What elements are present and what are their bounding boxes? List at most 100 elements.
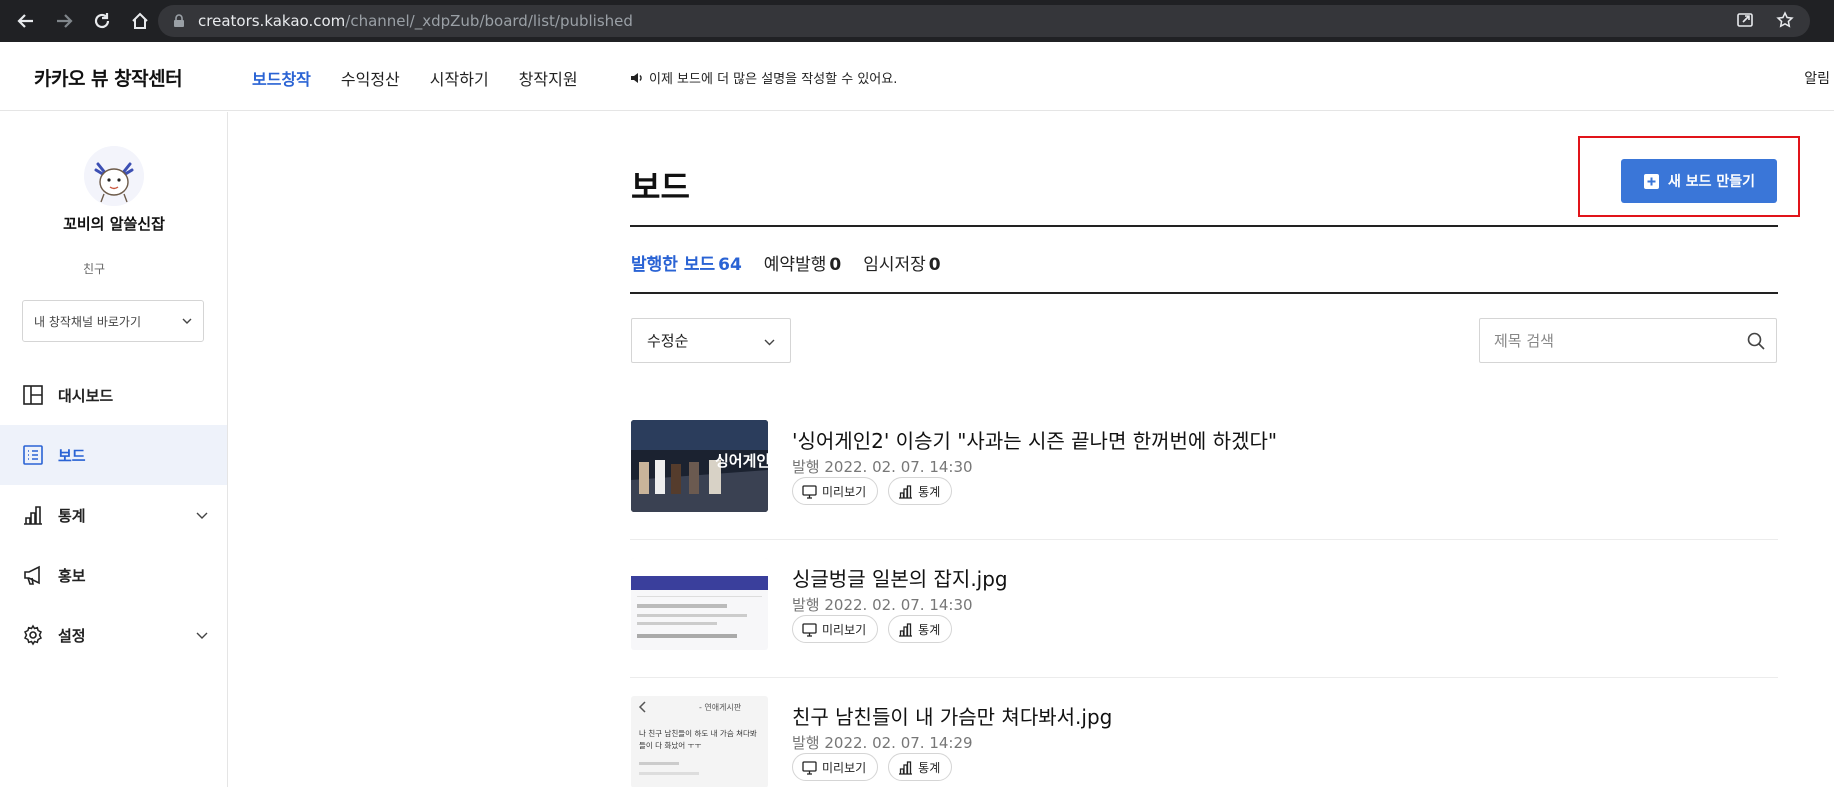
channel-shortcut-select[interactable]: 내 창작채널 바로가기 <box>22 300 204 342</box>
star-icon[interactable] <box>1776 11 1794 29</box>
stats-button[interactable]: 통계 <box>888 615 953 643</box>
arrow-left-icon <box>17 14 33 28</box>
preview-button[interactable]: 미리보기 <box>792 615 879 643</box>
url-text: creators.kakao.com/channel/_xdpZub/board… <box>198 12 633 30</box>
sort-select[interactable]: 수정순 <box>631 318 791 363</box>
title-divider <box>630 225 1778 227</box>
bar-chart-icon <box>899 622 913 637</box>
avatar[interactable] <box>84 146 144 206</box>
preview-label: 미리보기 <box>822 484 867 499</box>
tab-label: 발행한 보드 <box>631 255 716 275</box>
new-board-button-label: 새 보드 만들기 <box>1667 174 1756 190</box>
tab-label: 예약발행 <box>763 255 827 275</box>
notice-text: 이제 보드에 더 많은 설명을 작성할 수 있어요. <box>649 72 898 87</box>
preview-label: 미리보기 <box>822 622 867 637</box>
nav-board-create[interactable]: 보드창작 <box>252 66 311 90</box>
sidebar-item-dashboard[interactable]: 대시보드 <box>0 365 227 425</box>
board-status-tabs: 발행한 보드 64 예약발행 0 임시저장 0 <box>631 250 941 275</box>
thumbnail-forum-post: - 연애게시판 나 친구 남친들이 하도 내 가슴 쳐다봐 들이 다 화났어 ㅜ… <box>631 696 768 787</box>
stats-button[interactable]: 통계 <box>888 753 953 781</box>
board-actions: 미리보기 통계 <box>792 615 953 643</box>
board-title[interactable]: '싱어게인2' 이승기 "사과는 시즌 끝나면 한꺼번에 하겠다" <box>792 425 1277 454</box>
board-thumbnail[interactable]: 싱어게인 <box>631 420 768 512</box>
bar-chart-icon <box>899 760 913 775</box>
speaker-icon <box>631 72 642 83</box>
notice-banner[interactable]: 이제 보드에 더 많은 설명을 작성할 수 있어요. <box>629 68 897 87</box>
channel-name: 꼬비의 알쓸신잡 <box>63 215 165 233</box>
reload-button[interactable] <box>90 9 114 33</box>
board-list: 싱어게인 '싱어게인2' 이승기 "사과는 시즌 끝나면 한꺼번에 하겠다" 발… <box>630 402 1778 787</box>
bar-chart-icon <box>899 484 913 499</box>
lock-icon <box>174 14 184 27</box>
home-button[interactable] <box>128 9 152 33</box>
alarm-link[interactable]: 알림 <box>1804 68 1830 88</box>
sidebar-item-board[interactable]: 보드 <box>0 425 227 485</box>
board-thumbnail[interactable] <box>631 558 768 650</box>
tab-published[interactable]: 발행한 보드 64 <box>631 250 742 275</box>
tabs-divider <box>630 292 1778 294</box>
new-board-button[interactable]: 새 보드 만들기 <box>1621 159 1777 203</box>
monitor-icon <box>802 622 817 637</box>
board-title[interactable]: 싱글벙글 일본의 잡지.jpg <box>792 563 1008 592</box>
board-actions: 미리보기 통계 <box>792 753 953 781</box>
nav-revenue[interactable]: 수익정산 <box>341 66 400 90</box>
nav-creator-support[interactable]: 창작지원 <box>519 66 578 90</box>
sidebar-item-label: 보드 <box>58 446 86 465</box>
back-button[interactable] <box>14 9 38 33</box>
stats-label: 통계 <box>918 760 941 775</box>
sidebar-item-label: 대시보드 <box>58 386 114 405</box>
friend-label: 친구 <box>83 262 106 276</box>
sidebar-item-stats[interactable]: 통계 <box>0 485 227 545</box>
avatar-illustration <box>84 146 144 206</box>
forward-button[interactable] <box>52 9 76 33</box>
stats-label: 통계 <box>918 484 941 499</box>
plus-square-icon <box>1643 173 1659 189</box>
chevron-down-icon <box>764 339 775 346</box>
stats-label: 통계 <box>918 622 941 637</box>
thumbnail-stage-image: 싱어게인 <box>631 420 768 512</box>
sidebar: 꼬비의 알쓸신잡 친구 내 창작채널 바로가기 대시보드 보드 통계 홍보 설정 <box>0 112 228 787</box>
side-menu: 대시보드 보드 통계 홍보 설정 <box>0 365 227 665</box>
sidebar-item-settings[interactable]: 설정 <box>0 605 227 665</box>
preview-label: 미리보기 <box>822 760 867 775</box>
sidebar-item-label: 설정 <box>58 626 86 645</box>
search-input[interactable] <box>1494 319 1734 362</box>
monitor-icon <box>802 484 817 499</box>
thumbnail-caption: 싱어게인 <box>715 452 768 470</box>
channel-select-value: 내 창작채널 바로가기 <box>34 314 141 329</box>
sidebar-item-label: 홍보 <box>58 566 86 585</box>
preview-button[interactable]: 미리보기 <box>792 477 879 505</box>
tab-count: 0 <box>928 255 941 275</box>
chevron-down-icon <box>182 318 192 324</box>
tab-count: 0 <box>829 255 842 275</box>
search-icon[interactable] <box>1746 331 1766 351</box>
board-thumbnail[interactable]: - 연애게시판 나 친구 남친들이 하도 내 가슴 쳐다봐 들이 다 화났어 ㅜ… <box>631 696 768 787</box>
site-header: 카카오 뷰 창작센터 보드창작 수익정산 시작하기 창작지원 이제 보드에 더 … <box>0 42 1834 111</box>
megaphone-icon <box>24 565 40 585</box>
nav-getting-started[interactable]: 시작하기 <box>430 66 489 90</box>
list-item: 싱어게인 '싱어게인2' 이승기 "사과는 시즌 끝나면 한꺼번에 하겠다" 발… <box>630 402 1778 540</box>
url-path: /channel/_xdpZub/board/list/published <box>345 12 633 30</box>
stats-button[interactable]: 통계 <box>888 477 953 505</box>
board-title[interactable]: 친구 남친들이 내 가슴만 쳐다봐서.jpg <box>792 701 1112 730</box>
home-icon <box>132 12 148 29</box>
share-icon[interactable] <box>1736 11 1754 29</box>
board-published-date: 발행 2022. 02. 07. 14:30 <box>792 596 973 614</box>
page-title: 보드 <box>631 168 690 206</box>
gear-icon <box>23 624 43 646</box>
url-host: creators.kakao.com <box>198 12 346 30</box>
board-actions: 미리보기 통계 <box>792 477 953 505</box>
list-item: 싱글벙글 일본의 잡지.jpg 발행 2022. 02. 07. 14:30 미… <box>630 540 1778 678</box>
chevron-down-icon <box>196 632 208 639</box>
preview-button[interactable]: 미리보기 <box>792 753 879 781</box>
reload-icon <box>94 13 110 29</box>
tab-scheduled[interactable]: 예약발행 0 <box>764 250 841 275</box>
arrow-right-icon <box>57 14 73 28</box>
list-item: - 연애게시판 나 친구 남친들이 하도 내 가슴 쳐다봐 들이 다 화났어 ㅜ… <box>630 678 1778 787</box>
brand-logo[interactable]: 카카오 뷰 창작센터 <box>34 64 183 91</box>
board-list-icon <box>23 445 43 465</box>
title-search <box>1479 318 1777 363</box>
tab-drafts[interactable]: 임시저장 0 <box>863 250 940 275</box>
address-bar[interactable]: creators.kakao.com/channel/_xdpZub/board… <box>158 5 1810 37</box>
sidebar-item-promotion[interactable]: 홍보 <box>0 545 227 605</box>
